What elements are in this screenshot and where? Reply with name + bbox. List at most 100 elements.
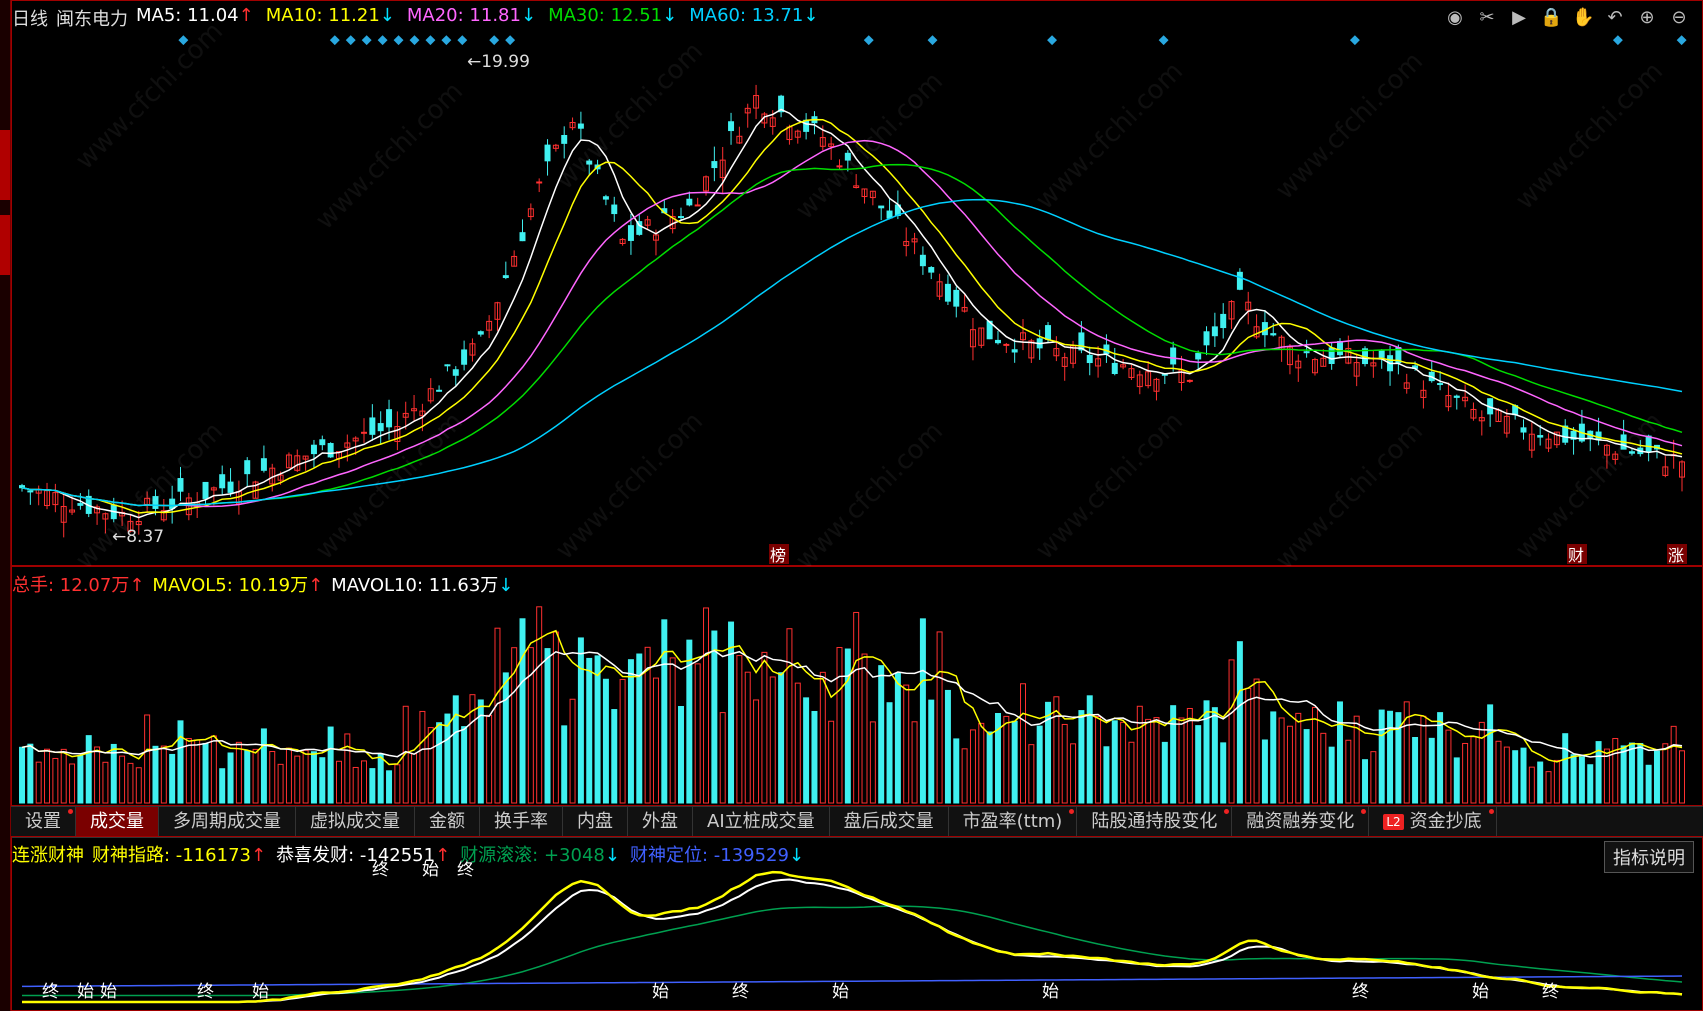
candle bbox=[1111, 362, 1118, 374]
candle bbox=[1086, 354, 1093, 364]
tab-2[interactable]: 多周期成交量 bbox=[159, 807, 296, 837]
volume-bar bbox=[1136, 705, 1143, 804]
indicator-explain-button[interactable]: 指标说明 bbox=[1604, 841, 1694, 873]
volume-bar bbox=[853, 611, 860, 804]
volume-bar bbox=[60, 748, 67, 804]
tab-6[interactable]: 内盘 bbox=[563, 807, 628, 837]
signal-diamond bbox=[505, 35, 516, 46]
tab-8[interactable]: AI立桩成交量 bbox=[693, 807, 830, 837]
indicator-legend-item: 财神指路: -116173↑ bbox=[92, 845, 267, 866]
lock-icon[interactable]: 🔒 bbox=[1540, 7, 1562, 29]
notice-dot bbox=[68, 809, 73, 814]
signal-diamond bbox=[345, 35, 356, 46]
volume-bar bbox=[1612, 738, 1619, 804]
volume-bar bbox=[703, 607, 710, 804]
volume-bar bbox=[102, 761, 109, 804]
volume-bar bbox=[736, 655, 743, 804]
indicator-legend-item: 恭喜发财: -142551↑ bbox=[276, 845, 451, 866]
volume-bar bbox=[1370, 751, 1377, 804]
volume-bar bbox=[1003, 715, 1010, 804]
volume-bar bbox=[77, 755, 84, 804]
indicator-tabs: 设置 成交量 多周期成交量 虚拟成交量 金额 换手率 内盘 外盘 AI立桩成交量 盘后成交量 市盈率… bbox=[11, 806, 1703, 838]
indicator-legend-item: 财神定位: -139529↓ bbox=[629, 845, 805, 866]
candle bbox=[227, 481, 234, 493]
scissors-icon[interactable]: ✂ bbox=[1476, 7, 1498, 29]
volume-bar bbox=[1662, 743, 1669, 804]
tab-3[interactable]: 虚拟成交量 bbox=[296, 807, 415, 837]
candle bbox=[928, 267, 935, 273]
play-icon[interactable]: ▶ bbox=[1508, 7, 1530, 29]
volume-bar bbox=[811, 710, 818, 804]
period-label[interactable]: 日线 bbox=[12, 5, 48, 31]
volume-bar bbox=[1186, 707, 1193, 804]
volume-bar bbox=[669, 657, 676, 804]
volume-bar bbox=[1128, 741, 1135, 804]
tab-label: 外盘 bbox=[642, 811, 678, 832]
indicator-panel[interactable]: 终始始终始终始终始终始始终始终 连涨财神 财神指路: -116173↑ 恭喜发财:… bbox=[11, 836, 1703, 1011]
hand-icon[interactable]: ✋ bbox=[1572, 7, 1594, 29]
tab-label: 融资融券变化 bbox=[1246, 811, 1355, 832]
signal-diamond bbox=[1047, 35, 1058, 46]
tab-12[interactable]: 融资融券变化 bbox=[1232, 807, 1370, 837]
volume-bar bbox=[210, 735, 217, 804]
volume-bar bbox=[694, 663, 701, 804]
undo-icon[interactable]: ↶ bbox=[1604, 7, 1626, 29]
volume-bar bbox=[377, 753, 384, 804]
volume-bar bbox=[1261, 739, 1268, 804]
tab-11[interactable]: 陆股通持股变化 bbox=[1077, 807, 1233, 837]
volume-bar bbox=[527, 647, 534, 804]
candle bbox=[27, 490, 34, 493]
volume-bar bbox=[252, 748, 259, 804]
volume-bar bbox=[1587, 764, 1594, 804]
tab-13[interactable]: L2 资金抄底 bbox=[1369, 807, 1497, 837]
volume-bar bbox=[1245, 687, 1252, 804]
candle bbox=[1645, 435, 1652, 453]
candle bbox=[836, 165, 843, 168]
volume-bar bbox=[769, 676, 776, 804]
volume-bar bbox=[1528, 766, 1535, 804]
tab-4[interactable]: 金额 bbox=[415, 807, 480, 837]
volume-bar bbox=[260, 728, 267, 804]
tab-5[interactable]: 换手率 bbox=[480, 807, 563, 837]
volume-bar bbox=[1478, 721, 1485, 804]
tab-10[interactable]: 市盈率(ttm) bbox=[949, 807, 1078, 837]
volume-bar bbox=[1637, 743, 1644, 804]
candle bbox=[1270, 333, 1277, 336]
volume-bar bbox=[894, 672, 901, 804]
volume-bar bbox=[1420, 715, 1427, 804]
volume-bar bbox=[52, 757, 59, 804]
tab-label: 虚拟成交量 bbox=[310, 811, 400, 832]
volume-bar bbox=[728, 621, 735, 804]
volume-chart[interactable] bbox=[12, 567, 1702, 805]
candle bbox=[152, 496, 159, 509]
volume-bar bbox=[1337, 701, 1343, 804]
kline-panel[interactable]: ←19.99 ←8.37 榜 财 涨 日线 闽东电力 MA5: 11.04↑ MA10: … bbox=[11, 0, 1703, 576]
volume-bar bbox=[386, 770, 393, 804]
tab-1[interactable]: 成交量 bbox=[76, 807, 159, 837]
indicator-marker: 始 bbox=[77, 982, 94, 1002]
candle bbox=[711, 161, 718, 169]
volume-bar bbox=[803, 697, 810, 804]
signal-diamond bbox=[863, 35, 874, 46]
volume-bar bbox=[335, 760, 342, 804]
tab-9[interactable]: 盘后成交量 bbox=[830, 807, 949, 837]
zoom-in-icon[interactable]: ⊕ bbox=[1636, 7, 1658, 29]
tab-0[interactable]: 设置 bbox=[11, 807, 76, 837]
volume-bar bbox=[627, 659, 634, 804]
volume-panel[interactable]: 总手: 12.07万↑ MAVOL5: 10.19万↑ MAVOL10: 11.… bbox=[11, 566, 1703, 806]
candle bbox=[386, 409, 393, 428]
volume-bar bbox=[369, 768, 376, 804]
tab-7[interactable]: 外盘 bbox=[628, 807, 693, 837]
volume-info-bar: 总手: 12.07万↑ MAVOL5: 10.19万↑ MAVOL10: 11.… bbox=[12, 571, 513, 597]
candle bbox=[310, 444, 317, 455]
volume-bar bbox=[452, 695, 459, 804]
eye-icon[interactable]: ◉ bbox=[1444, 7, 1466, 29]
zoom-out-icon[interactable]: ⊖ bbox=[1668, 7, 1690, 29]
candle bbox=[377, 423, 384, 432]
signal-diamond bbox=[393, 35, 404, 46]
candle bbox=[177, 478, 184, 492]
candle bbox=[694, 204, 701, 207]
kline-chart[interactable]: ←19.99 ←8.37 榜 财 涨 bbox=[12, 1, 1702, 565]
volume-bar bbox=[753, 699, 760, 804]
volume-bar bbox=[878, 665, 885, 804]
